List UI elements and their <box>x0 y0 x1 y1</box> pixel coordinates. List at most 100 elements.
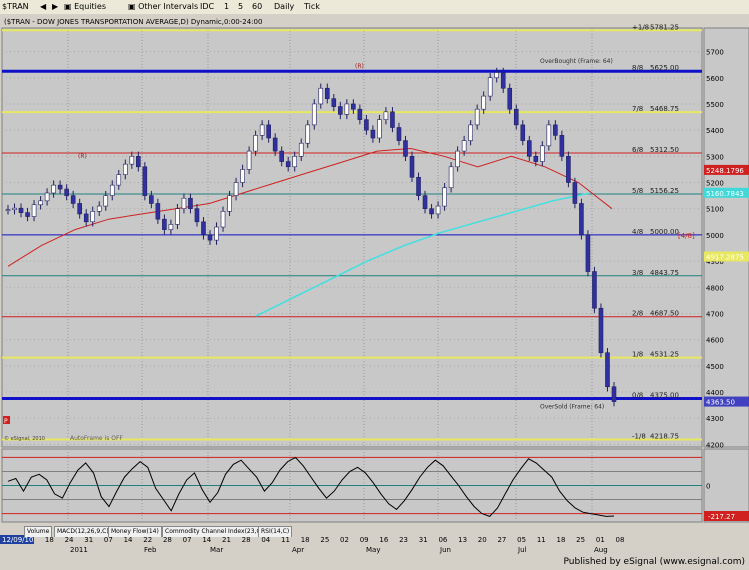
equities-label: Equities <box>74 2 106 11</box>
y-tick-label: 4400 <box>706 389 724 397</box>
candle-body <box>324 87 330 100</box>
candle-body <box>129 156 135 165</box>
x-day-label: 23 <box>399 536 408 544</box>
autoframe-label: AutoFrame is OFF <box>70 435 123 442</box>
y-tick-label: 4200 <box>706 441 724 449</box>
x-day-label: 05 <box>517 536 526 544</box>
x-month-label: Aug <box>594 546 608 554</box>
footer-bar: Published by eSignal (www.esignal.com) <box>0 556 749 570</box>
candle-body <box>507 87 513 110</box>
tab-money-flow[interactable]: Money Flow(14) <box>108 526 162 537</box>
candle-body <box>181 197 187 209</box>
murrey-label: 6/8 <box>632 146 643 154</box>
chevron-right-icon[interactable]: ▶ <box>52 1 58 13</box>
candle-body <box>435 205 441 215</box>
candle-body <box>520 124 526 141</box>
x-day-label: 28 <box>163 536 172 544</box>
murrey-value: 5000.00 <box>650 228 679 236</box>
candle-body <box>455 150 460 168</box>
x-day-label: 28 <box>242 536 251 544</box>
murrey-value: 5781.25 <box>650 23 679 31</box>
murrey-value: 5625.00 <box>650 64 679 72</box>
chart-root: $TRAN ◀ ▶ ▣ Equities ▣ Other Intervals I… <box>0 0 749 570</box>
r-marker-2: (R) <box>78 153 87 160</box>
tab-volume[interactable]: Volume <box>24 526 53 537</box>
candle-body <box>51 184 56 194</box>
equities-button[interactable]: ▣ Equities <box>64 1 106 13</box>
symbol-box[interactable]: $TRAN <box>2 1 29 13</box>
candle-body <box>259 124 265 136</box>
x-day-label: 18 <box>301 536 310 544</box>
candle-body <box>338 106 343 115</box>
candle-body <box>214 226 219 241</box>
candle-body <box>481 95 486 110</box>
murrey-label: 3/8 <box>632 269 643 277</box>
candle-body <box>103 195 109 207</box>
x-day-label: 25 <box>320 536 329 544</box>
candle-body <box>526 140 532 157</box>
candle-body <box>448 166 454 189</box>
y-tick-label: 5700 <box>706 49 724 57</box>
x-month-label: Feb <box>144 546 157 554</box>
x-day-label: 20 <box>478 536 487 544</box>
x-day-label: 11 <box>537 536 546 544</box>
interval-daily-button[interactable]: Daily <box>274 1 294 13</box>
candle-body <box>44 192 50 202</box>
other-intervals-button[interactable]: ▣ Other Intervals <box>128 1 198 13</box>
interval-60-button[interactable]: 60 <box>252 1 262 13</box>
y-tick-label: 5400 <box>706 127 724 135</box>
candle-body <box>194 208 200 223</box>
candle-body <box>142 166 148 196</box>
tab-cci[interactable]: Commodity Channel Index(23,C) <box>162 526 266 537</box>
x-day-label: 09 <box>360 536 369 544</box>
y-tick-label: 4800 <box>706 284 724 292</box>
murrey-value: 5312.50 <box>650 146 679 154</box>
x-day-label: 08 <box>616 536 625 544</box>
overbought-label: OverBought (Frame: 64) <box>540 58 613 65</box>
candle-body <box>364 119 369 131</box>
candle-body <box>240 169 245 183</box>
candle-body <box>494 72 500 79</box>
candle-body <box>285 161 291 168</box>
candle-body <box>149 195 154 204</box>
other-intervals-label: Other Intervals <box>138 2 199 11</box>
x-day-label: 31 <box>84 536 93 544</box>
tab-rsi[interactable]: RSI(14,C) <box>258 526 293 537</box>
candle-body <box>162 218 167 230</box>
x-day-label: 25 <box>576 536 585 544</box>
candle-body <box>416 176 421 196</box>
candle-body <box>579 203 584 236</box>
candle-body <box>38 200 43 206</box>
oversold-label: OverSold (Frame: 64) <box>540 404 604 411</box>
candle-body <box>233 182 239 196</box>
interval-5-button[interactable]: 5 <box>238 1 243 13</box>
candle-body <box>468 124 473 141</box>
chevron-left-icon[interactable]: ◀ <box>40 1 46 13</box>
candle-body <box>31 204 37 217</box>
interval-idc-button[interactable]: IDC <box>200 1 214 13</box>
tab-macd[interactable]: MACD(12,26,9,C) <box>54 526 112 537</box>
candle-body <box>592 271 597 309</box>
candle-body <box>396 127 402 141</box>
candle-body <box>533 156 539 162</box>
candle-body <box>136 156 141 168</box>
murrey-value: 4531.25 <box>650 351 679 359</box>
candle-body <box>25 212 30 217</box>
x-day-label: 24 <box>65 536 74 544</box>
candle-body <box>227 195 232 212</box>
interval-tick-button[interactable]: Tick <box>304 1 320 13</box>
murrey-label: 1/8 <box>632 351 643 359</box>
y-tick-label: 4700 <box>706 310 724 318</box>
candle-body <box>585 234 591 272</box>
x-day-label: 04 <box>261 536 270 544</box>
candle-body <box>500 72 506 89</box>
x-month-label: Jun <box>439 546 451 554</box>
y-tick-label: 5300 <box>706 153 724 161</box>
candle-body <box>292 156 298 168</box>
candle-body <box>96 205 102 212</box>
x-day-label: 11 <box>281 536 290 544</box>
chart-svg: ($TRAN - DOW JONES TRANSPORTATION AVERAG… <box>0 14 749 556</box>
y-tick-label: 5600 <box>706 75 724 83</box>
x-day-label: 06 <box>438 536 447 544</box>
interval-1-button[interactable]: 1 <box>224 1 229 13</box>
